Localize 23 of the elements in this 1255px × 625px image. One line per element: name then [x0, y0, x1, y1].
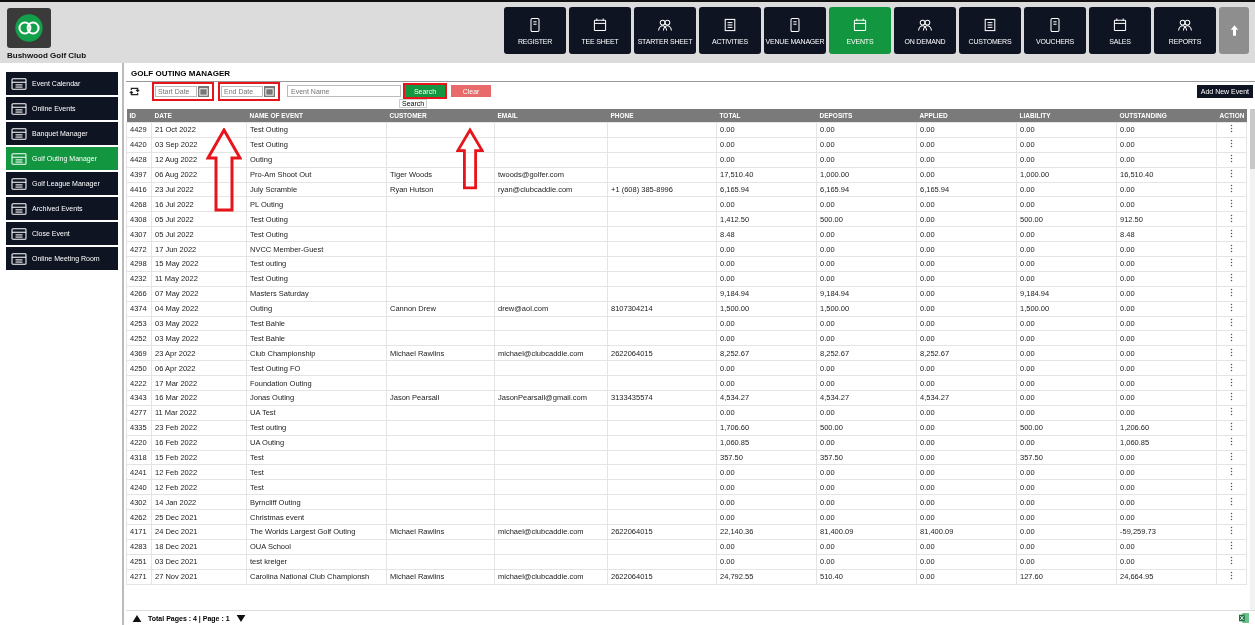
annotation-arrow	[456, 127, 484, 191]
spreadsheet-export-icon[interactable]	[1239, 613, 1249, 623]
document-icon	[722, 16, 738, 33]
panel-icon	[10, 101, 28, 116]
up-arrow-icon	[1229, 24, 1239, 37]
document-icon	[982, 16, 998, 33]
scroll-up-button[interactable]	[1219, 7, 1249, 54]
tablet-icon	[787, 16, 803, 33]
club-logo-icon	[7, 8, 51, 48]
panel-icon	[10, 176, 28, 191]
scrollbar-thumb[interactable]	[1250, 109, 1255, 169]
panel-icon	[10, 251, 28, 266]
panel-icon	[10, 76, 28, 91]
page-title: GOLF OUTING MANAGER	[126, 63, 1255, 82]
page-down-icon[interactable]	[235, 614, 246, 622]
page-up-icon[interactable]	[132, 614, 142, 622]
panel-icon	[10, 226, 28, 241]
panel-icon	[10, 126, 28, 141]
tablet-icon	[1047, 16, 1063, 33]
panel-icon	[10, 201, 28, 216]
tablet-icon	[527, 16, 543, 33]
club-name: Bushwood Golf Club	[7, 51, 87, 60]
panel-icon	[10, 151, 28, 166]
